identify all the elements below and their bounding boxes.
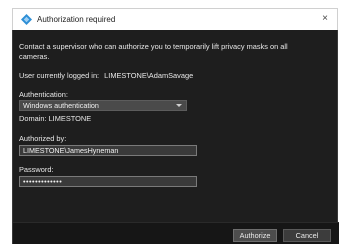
authorized-by-input[interactable]: LIMESTONE\JamesHyneman (19, 145, 197, 156)
cancel-button[interactable]: Cancel (283, 229, 331, 242)
password-label: Password: (19, 165, 54, 174)
milestone-diamond-icon (21, 14, 32, 25)
instruction-text: Contact a supervisor who can authorize y… (19, 42, 288, 61)
dialog-title: Authorization required (37, 15, 116, 24)
close-icon[interactable]: × (319, 13, 331, 25)
authentication-label: Authentication: (19, 90, 68, 99)
title-bar: Authorization required × (12, 8, 338, 30)
dialog-footer: Authorize Cancel (13, 222, 339, 244)
password-input[interactable]: ••••••••••••• (19, 176, 197, 187)
authorized-by-value: LIMESTONE\JamesHyneman (23, 146, 119, 155)
authentication-dropdown[interactable]: Windows authentication (19, 100, 187, 111)
logged-in-user: LIMESTONE\AdamSavage (104, 71, 194, 80)
authorize-button[interactable]: Authorize (233, 229, 277, 242)
dialog-body: Contact a supervisor who can authorize y… (12, 30, 339, 244)
chevron-down-icon (176, 104, 182, 107)
password-value: ••••••••••••• (23, 177, 63, 186)
authorization-dialog: Authorization required × Contact a super… (0, 0, 345, 244)
logged-in-row: User currently logged in: LIMESTONE\Adam… (19, 71, 193, 81)
authentication-value: Windows authentication (23, 101, 99, 110)
authorized-by-label: Authorized by: (19, 134, 67, 143)
domain-text: Domain: LIMESTONE (19, 114, 92, 123)
logged-in-label: User currently logged in: (19, 71, 100, 80)
